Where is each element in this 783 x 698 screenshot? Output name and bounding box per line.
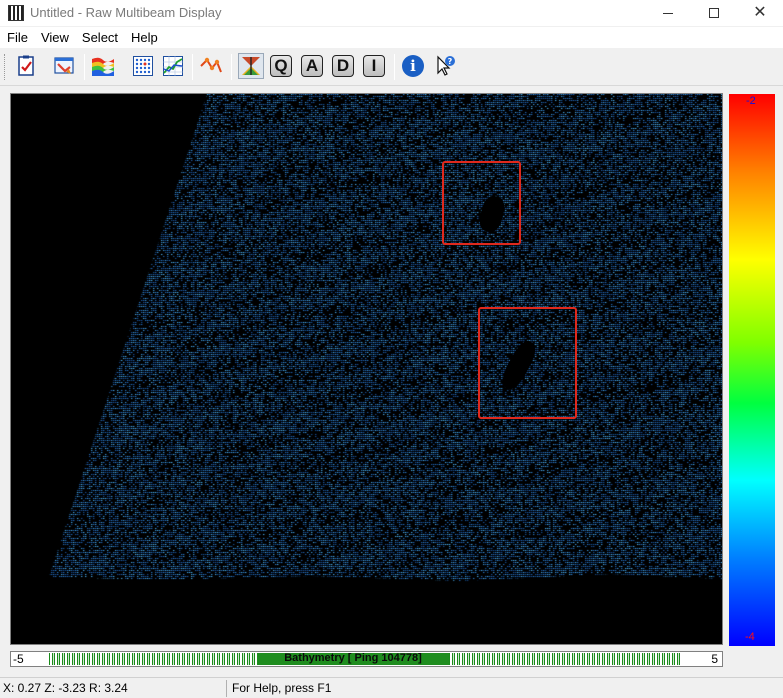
maximize-button[interactable] [691,0,737,26]
q-button[interactable]: Q [268,53,294,79]
ping-label: Bathymetry [ Ping 104778] [284,652,422,664]
q-label: Q [270,55,292,77]
scale-min-label: -4 [745,631,755,643]
minimize-button[interactable] [645,0,691,26]
open-file-button[interactable] [51,53,77,79]
profile-chart-button[interactable] [160,53,186,79]
d-button[interactable]: D [330,53,356,79]
track-edit-icon [200,57,222,73]
target-highlight-box [442,161,521,245]
track-edit-button[interactable] [198,53,224,79]
profile-chart-icon [163,56,183,76]
toolbar: Q A D I i ? [0,48,783,86]
ping-ruler[interactable]: -5 Bathymetry [ Ping 104778] 5 [10,651,723,667]
sounding-grid-button[interactable] [130,53,156,79]
about-button[interactable]: i [400,53,426,79]
app-icon [8,5,24,21]
toolbar-separator [231,54,232,80]
open-file-icon [54,57,74,74]
toolbar-grip[interactable] [4,54,7,80]
multibeam-display[interactable] [10,93,723,645]
bathymetry-view-button[interactable] [238,53,264,79]
maximize-icon [709,8,719,18]
a-button[interactable]: A [299,53,325,79]
help-pointer-icon: ? [437,55,455,76]
title-bar: Untitled - Raw Multibeam Display ✕ [0,0,783,26]
colour-surface-button[interactable] [90,53,116,79]
checklist-icon [18,55,34,76]
menu-select[interactable]: Select [75,27,124,48]
status-bar: X: 0.27 Z: -3.23 R: 3.24 For Help, press… [0,677,783,698]
toolbar-separator [84,54,85,80]
minimize-icon [663,12,673,14]
target-highlight-box [478,307,577,419]
menu-help[interactable]: Help [124,27,164,48]
ruler-min-label: -5 [13,652,24,666]
bathymetry-view-icon [242,57,260,75]
d-label: D [332,55,354,77]
ruler-max-label: 5 [711,652,718,666]
cursor-coordinates: X: 0.27 Z: -3.23 R: 3.24 [3,681,128,695]
menu-file[interactable]: File [0,27,34,48]
close-icon: ✕ [753,4,767,21]
status-help-text: For Help, press F1 [232,681,332,695]
depth-colour-scale [729,94,775,646]
context-help-button[interactable]: ? [432,53,458,79]
close-button[interactable]: ✕ [737,0,783,26]
scale-max-label: -2 [746,95,756,107]
menu-bar: File View Select Help [0,27,783,48]
toolbar-separator [394,54,395,80]
svg-text:?: ? [448,57,453,66]
a-label: A [301,55,323,77]
toolbar-separator [192,54,193,80]
colour-surface-icon [92,57,114,76]
checklist-button[interactable] [13,53,39,79]
info-icon: i [402,55,424,77]
i-label: I [363,55,385,77]
status-divider [226,680,227,697]
i-button[interactable]: I [361,53,387,79]
menu-view[interactable]: View [34,27,75,48]
window-title: Untitled - Raw Multibeam Display [30,5,222,20]
sounding-grid-icon [133,56,153,76]
bathymetry-swath[interactable] [11,94,722,644]
